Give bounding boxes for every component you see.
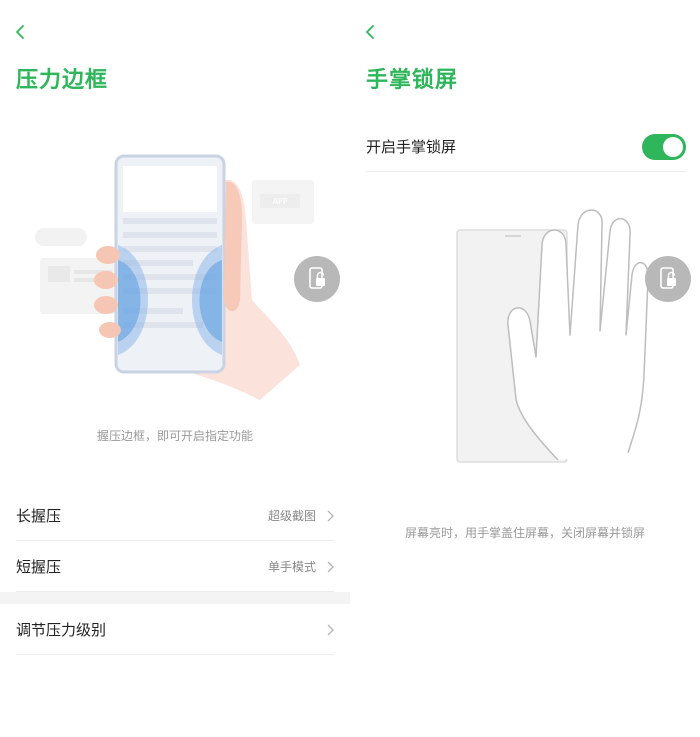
row-label: 长握压 [16, 507, 62, 525]
chevron-right-icon [327, 561, 334, 572]
side-lock-button [645, 256, 691, 302]
long-grip-row[interactable]: 长握压 超级截图 [16, 491, 334, 541]
palm-illustration [456, 209, 649, 463]
back-button[interactable] [360, 20, 382, 44]
back-button[interactable] [10, 20, 32, 44]
chevron-right-icon [327, 624, 334, 635]
switch-knob [663, 136, 683, 157]
palm-lock-screen: 手掌锁屏 开启手掌锁屏 屏幕亮时，用手掌盖住屏幕，关闭屏幕并锁屏 [350, 0, 700, 737]
lock-phone-icon [309, 267, 325, 289]
row-value: 单手模式 [267, 560, 316, 574]
palm-caption: 屏幕亮时，用手掌盖住屏幕，关闭屏幕并锁屏 [404, 526, 645, 540]
back-icon [16, 25, 24, 39]
back-icon [366, 25, 374, 39]
lock-phone-icon [660, 267, 676, 289]
chevron-right-icon [327, 510, 334, 521]
row-label: 调节压力级别 [16, 621, 107, 639]
page-title: 手掌锁屏 [366, 68, 459, 93]
short-grip-row[interactable]: 短握压 单手模式 [16, 542, 334, 592]
toggle-label: 开启手掌锁屏 [366, 138, 457, 156]
pressure-edge-screen: 压力边框 APP 握压边框，即可开启指定功能 长握压 超级截图 短握压 单手模式… [0, 0, 350, 737]
app-badge-text: APP [272, 197, 287, 206]
page-title: 压力边框 [16, 68, 109, 93]
grip-caption: 握压边框，即可开启指定功能 [96, 429, 253, 443]
grip-illustration: APP [35, 154, 314, 400]
palm-lock-switch[interactable] [642, 133, 686, 160]
side-lock-button [294, 256, 340, 302]
row-value: 超级截图 [267, 509, 316, 523]
section-divider [0, 592, 350, 604]
palm-lock-toggle-row: 开启手掌锁屏 [366, 122, 686, 172]
pressure-level-row[interactable]: 调节压力级别 [16, 605, 334, 655]
row-label: 短握压 [16, 558, 62, 576]
